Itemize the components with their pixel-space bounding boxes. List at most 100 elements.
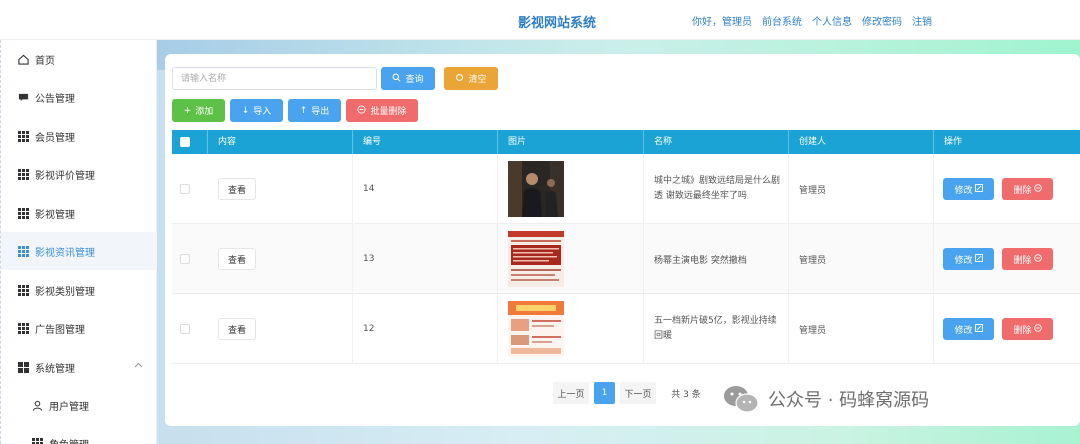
- next-page-button[interactable]: 下一页: [620, 382, 656, 404]
- site-title: 影视网站系统: [518, 16, 597, 31]
- view-button[interactable]: 查看: [218, 178, 256, 200]
- sidebar: 首页 公告管理 会员管理 影视评价管理 影视管理 影视资讯管理 影视类别管理 广…: [0, 40, 157, 444]
- row-checkbox[interactable]: [180, 324, 190, 334]
- arrow-up-icon: ↑: [299, 105, 308, 116]
- message-icon: [17, 91, 29, 103]
- sidebar-item-label: 公告管理: [35, 93, 75, 105]
- actions-cell: 修改 删除: [934, 224, 1080, 294]
- creator-cell: 管理员: [789, 224, 934, 294]
- change-password-link[interactable]: 修改密码: [862, 13, 902, 28]
- page-1-button[interactable]: 1: [594, 382, 615, 404]
- actions-cell: 修改 删除: [934, 154, 1080, 224]
- sidebar-item-system[interactable]: 系统管理: [1, 348, 157, 386]
- row-checkbox[interactable]: [180, 254, 190, 264]
- minus-circle-icon: [357, 104, 367, 117]
- sidebar-item-label: 影视管理: [35, 209, 75, 221]
- edit-button[interactable]: 修改: [943, 178, 994, 200]
- sidebar-item-ads[interactable]: 广告图管理: [1, 309, 157, 347]
- sidebar-item-label: 角色管理: [49, 436, 89, 444]
- view-button[interactable]: 查看: [218, 318, 256, 340]
- apps-icon: [17, 361, 29, 373]
- sidebar-item-label: 会员管理: [35, 132, 75, 144]
- sidebar-item-members[interactable]: 会员管理: [1, 117, 157, 155]
- frontend-link[interactable]: 前台系统: [762, 13, 802, 28]
- total-count: 共 3 条: [671, 389, 701, 400]
- name-cell: 城中之城》剧致远结局是什么剧透 谢致远最终坐牢了吗: [644, 154, 789, 224]
- greeting-text: 你好，管理员: [692, 17, 752, 28]
- actions-cell: 修改 删除: [934, 294, 1080, 364]
- view-button[interactable]: 查看: [218, 248, 256, 270]
- grid-icon: [17, 284, 29, 296]
- sidebar-item-users[interactable]: 用户管理: [1, 386, 157, 424]
- sidebar-item-label: 用户管理: [49, 401, 89, 413]
- arrow-down-icon: ↓: [241, 105, 250, 116]
- header-content: 内容: [208, 130, 353, 154]
- export-button[interactable]: ↑ 导出: [288, 99, 341, 122]
- table-row: 查看 13 杨幂主演电影 突然撤档 管理员 修改 删除: [172, 224, 1080, 294]
- header-links: 你好，管理员 前台系统 个人信息 修改密码 注销: [692, 13, 932, 28]
- creator-cell: 管理员: [789, 294, 934, 364]
- edit-icon: [974, 253, 983, 265]
- header-actions: 操作: [944, 137, 963, 147]
- top-header: 影视网站系统 你好，管理员 前台系统 个人信息 修改密码 注销: [0, 0, 1080, 40]
- sidebar-item-label: 系统管理: [35, 363, 75, 375]
- sidebar-item-announcements[interactable]: 公告管理: [1, 78, 157, 116]
- logout-link[interactable]: 注销: [912, 13, 932, 28]
- chevron-up-icon[interactable]: [134, 361, 143, 371]
- delete-button[interactable]: 删除: [1002, 318, 1053, 340]
- sidebar-item-label: 影视评价管理: [35, 170, 95, 182]
- image-cell: [498, 294, 644, 364]
- grid-icon: [17, 322, 29, 334]
- sidebar-item-home[interactable]: 首页: [1, 40, 157, 78]
- edit-icon: [974, 323, 983, 335]
- sidebar-item-label: 广告图管理: [35, 324, 85, 336]
- grid-icon: [17, 130, 29, 142]
- header-name: 名称: [644, 130, 789, 154]
- content-cell: 查看: [208, 154, 353, 224]
- edit-button[interactable]: 修改: [943, 318, 994, 340]
- creator-cell: 管理员: [789, 154, 934, 224]
- sidebar-item-movies[interactable]: 影视管理: [1, 194, 157, 232]
- search-input[interactable]: [172, 67, 377, 90]
- minus-circle-icon: [1033, 253, 1042, 265]
- header-id: 编号: [353, 130, 498, 154]
- table-row: 查看 12 五一档新片破5亿，影视业持续回暖 管理员 修改 删除: [172, 294, 1080, 364]
- delete-button[interactable]: 删除: [1002, 178, 1053, 200]
- name-cell: 杨幂主演电影 突然撤档: [644, 224, 789, 294]
- delete-button[interactable]: 删除: [1002, 248, 1053, 270]
- user-icon: [31, 399, 43, 411]
- grid-icon: [17, 245, 29, 257]
- sidebar-item-label: 影视类别管理: [35, 286, 95, 298]
- news-thumbnail: [508, 231, 564, 287]
- sidebar-item-categories[interactable]: 影视类别管理: [1, 271, 157, 309]
- header-image: 图片: [498, 130, 644, 154]
- header-creator: 创建人: [789, 130, 934, 154]
- import-button[interactable]: ↓ 导入: [230, 99, 283, 122]
- refresh-icon: [455, 73, 464, 85]
- sidebar-item-news[interactable]: 影视资讯管理: [1, 232, 157, 270]
- content-cell: 查看: [208, 224, 353, 294]
- grid-icon: [17, 168, 29, 180]
- clear-button[interactable]: 清空: [444, 67, 498, 90]
- select-all-checkbox[interactable]: [180, 137, 190, 147]
- sidebar-item-reviews[interactable]: 影视评价管理: [1, 155, 157, 193]
- query-button[interactable]: 查询: [381, 67, 435, 90]
- edit-button[interactable]: 修改: [943, 248, 994, 270]
- sidebar-item-roles[interactable]: 角色管理: [1, 424, 157, 444]
- image-cell: [498, 224, 644, 294]
- prev-page-button[interactable]: 上一页: [553, 382, 589, 404]
- search-icon: [392, 73, 401, 85]
- batch-delete-button[interactable]: 批量删除: [346, 99, 418, 122]
- profile-link[interactable]: 个人信息: [812, 13, 852, 28]
- add-button[interactable]: + 添加: [172, 99, 225, 122]
- content-cell: 查看: [208, 294, 353, 364]
- id-cell: 14: [353, 154, 498, 224]
- name-cell: 五一档新片破5亿，影视业持续回暖: [644, 294, 789, 364]
- id-cell: 12: [353, 294, 498, 364]
- watermark-text: 公众号 · 码蜂窝源码: [768, 390, 930, 411]
- row-checkbox[interactable]: [180, 184, 190, 194]
- minus-circle-icon: [1033, 323, 1042, 335]
- select-all-cell: [172, 130, 208, 154]
- wechat-icon: [722, 384, 760, 414]
- news-thumbnail: [508, 301, 564, 357]
